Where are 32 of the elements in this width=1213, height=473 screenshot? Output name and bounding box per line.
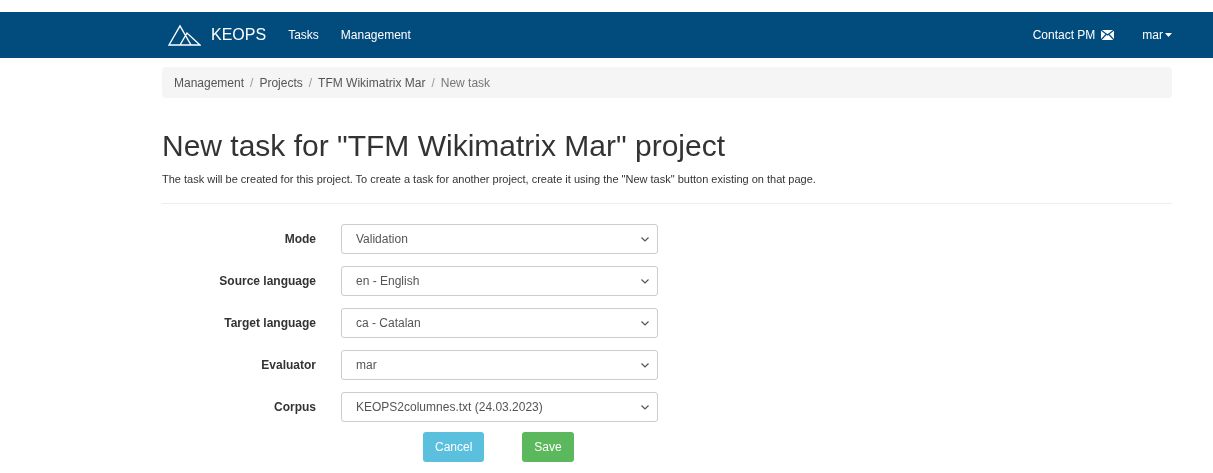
breadcrumb-separator: / [308,75,313,90]
nav-link[interactable]: Tasks [288,28,319,42]
select-field[interactable]: KEOPS2columnes.txt (24.03.2023) [341,392,658,422]
brand-link[interactable]: KEOPS [168,24,267,46]
current-page-label: New task [440,75,491,90]
contact-link[interactable]: Contact PM [1032,28,1115,42]
mountain-icon [168,24,201,46]
select-field[interactable]: en - English [341,266,658,296]
chevron-down-icon [641,278,649,284]
mail-icon [1101,30,1115,40]
description: The task will be created for this project. To create a task for another project, create it using the "New task" button existing on that page. [162,173,817,185]
select-field[interactable]: mar [341,350,658,380]
field-label: Source language [218,274,316,288]
field-label: Evaluator [260,358,316,372]
breadcrumb-separator: / [250,75,254,90]
nav-link[interactable]: Management [340,28,411,42]
caret-icon [1165,33,1172,37]
chevron-down-icon [641,404,649,410]
breadcrumb-link[interactable]: TFM Wikimatrix Mar [318,75,426,90]
field-label: Target language [223,316,316,330]
select-field[interactable]: ca - Catalan [341,308,658,338]
breadcrumb-link[interactable]: Management [174,75,245,90]
chevron-down-icon [641,362,649,368]
user-menu[interactable]: mar [1142,28,1172,42]
chevron-down-icon [641,320,649,326]
chevron-down-icon [641,236,649,242]
breadcrumb-separator: / [431,75,435,90]
field-label: Corpus [273,400,316,414]
breadcrumb-link[interactable]: Projects [259,75,303,90]
select-field[interactable]: Validation [341,224,658,254]
page-title: New task for "TFM Wikimatrix Mar" project [162,128,726,164]
field-label: Mode [283,232,316,246]
